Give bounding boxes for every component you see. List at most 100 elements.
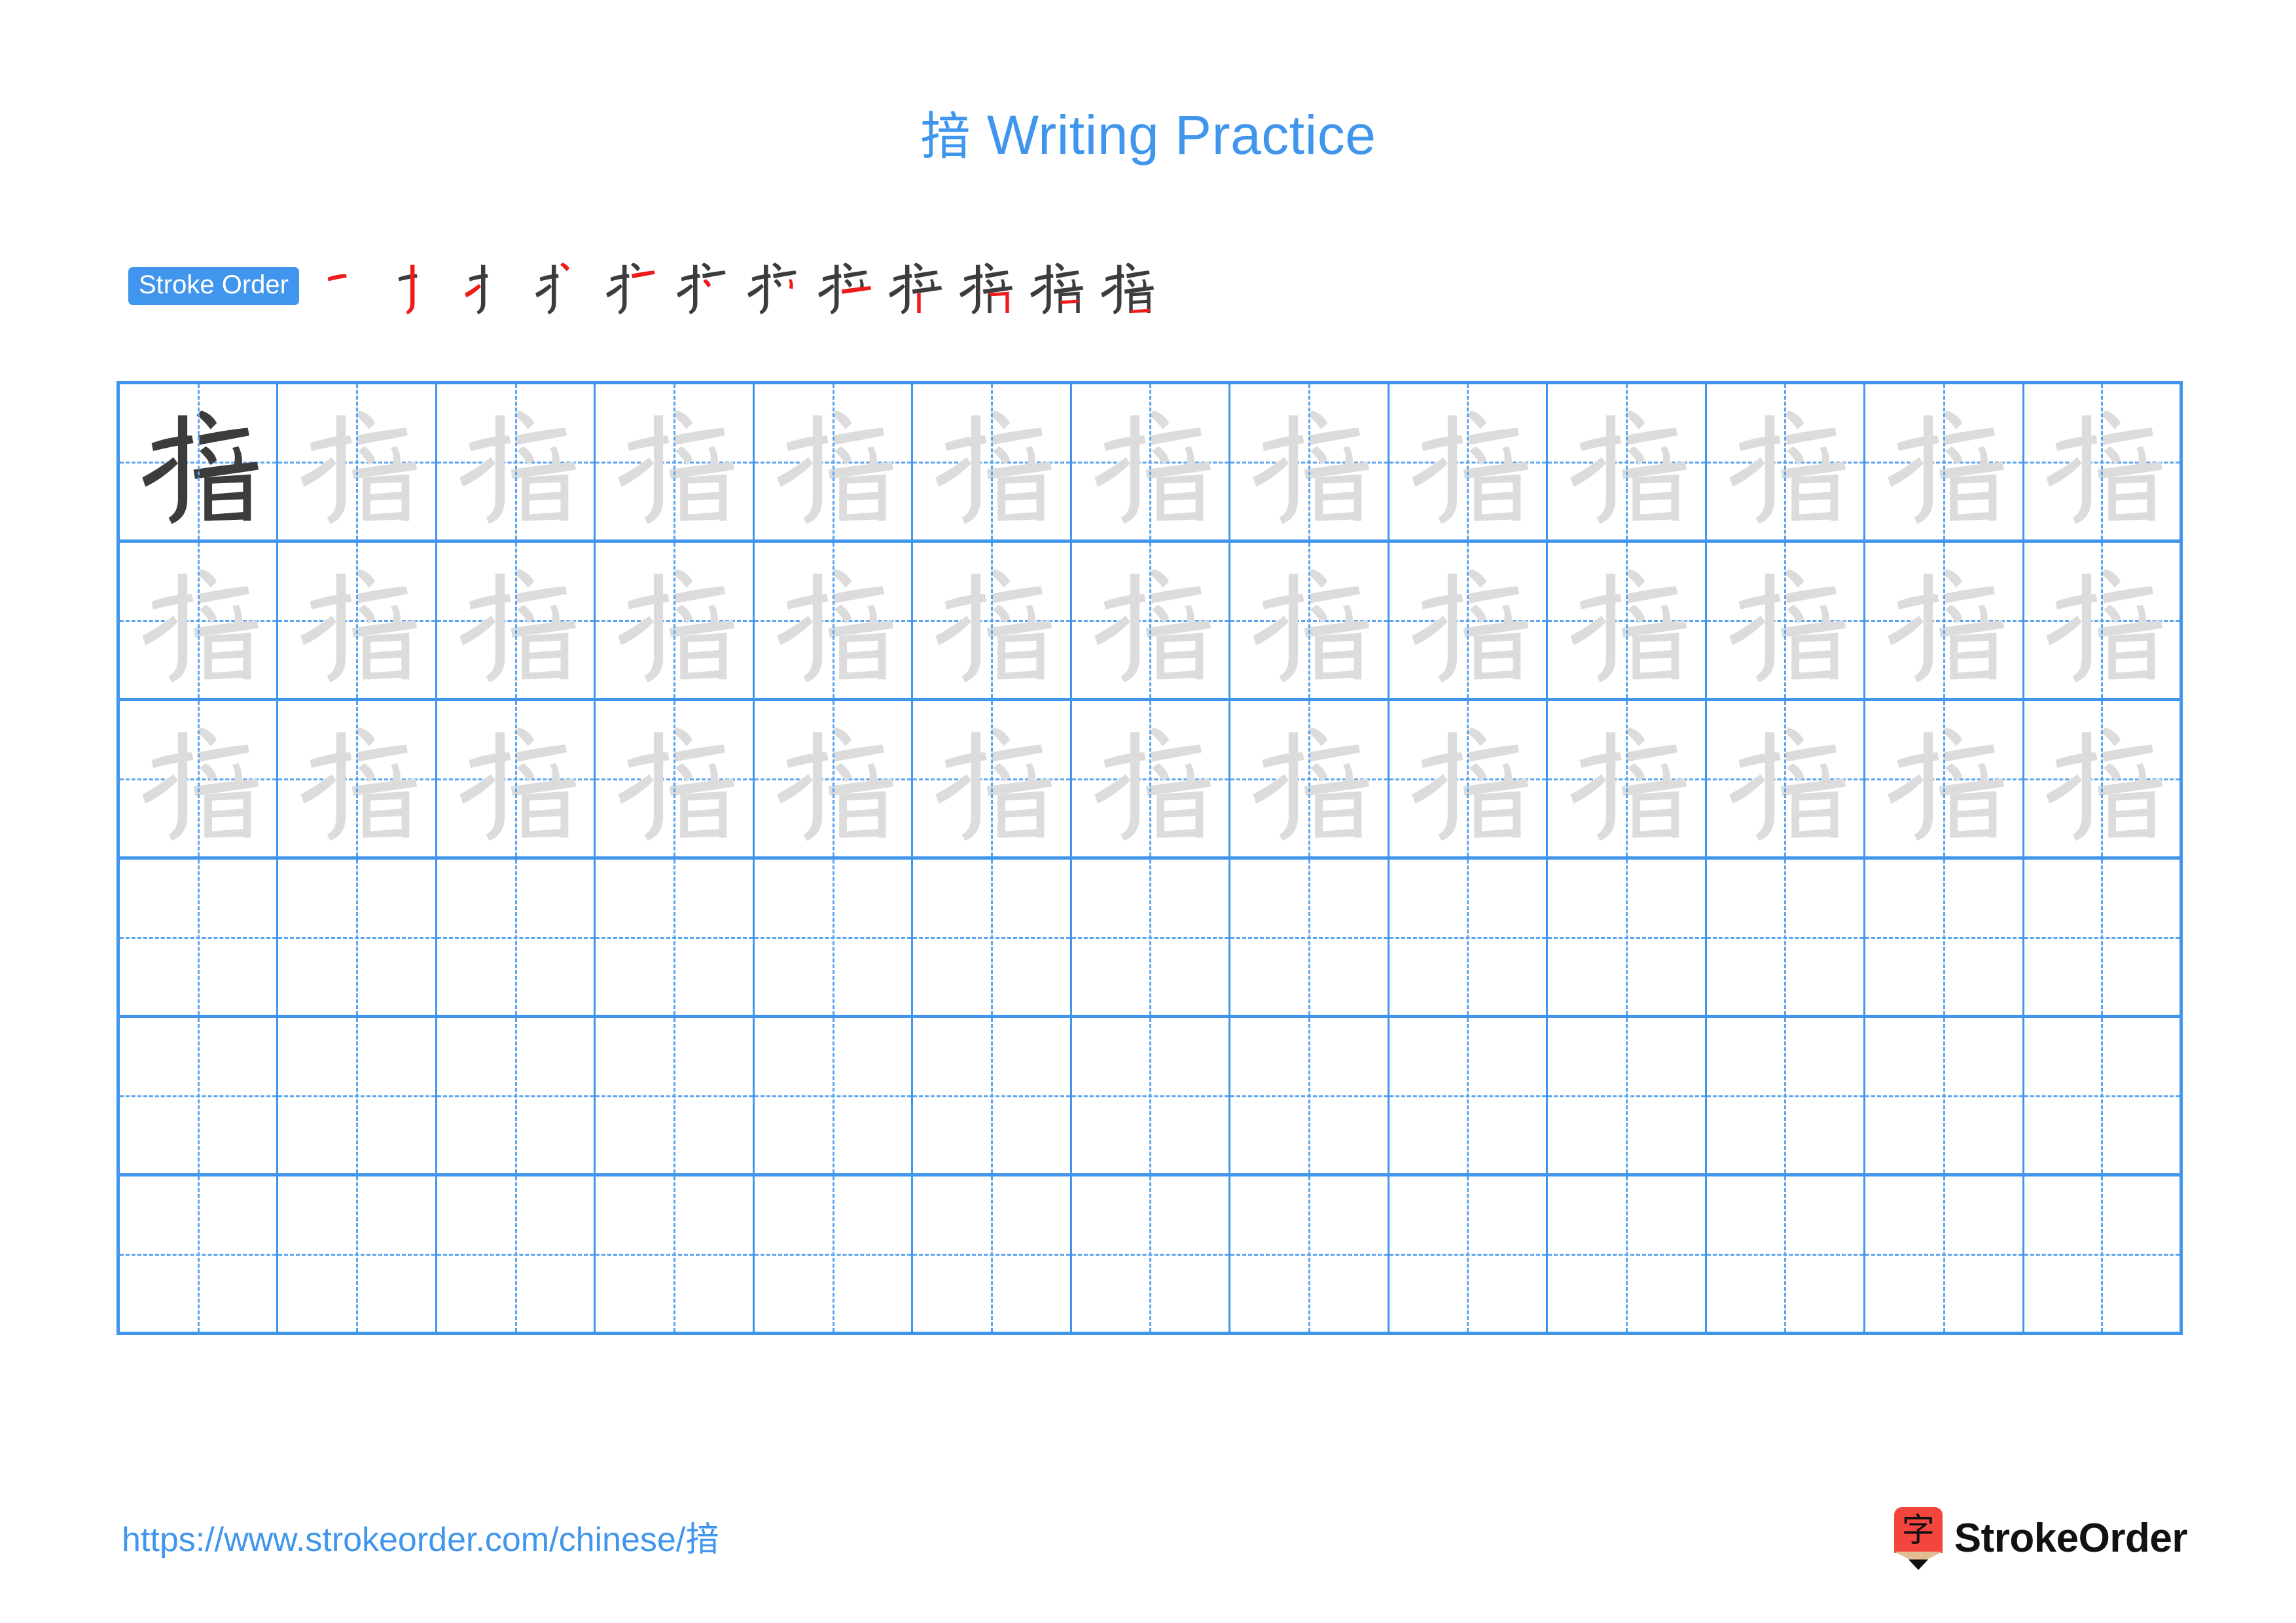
- grid-cell-r6-c2[interactable]: [278, 1176, 437, 1335]
- grid-cell-r2-c11[interactable]: [1706, 543, 1866, 701]
- grid-cell-r2-c1[interactable]: [120, 543, 279, 701]
- page-title: 揞 Writing Practice: [0, 105, 2296, 166]
- grid-cell-r1-c2[interactable]: [278, 384, 437, 543]
- trace-character: [1230, 543, 1387, 698]
- grid-cell-r6-c13[interactable]: [2024, 1176, 2183, 1335]
- footer-url-character: 揞: [685, 1520, 720, 1559]
- model-character: [120, 384, 276, 539]
- trace-character: [1865, 543, 2022, 698]
- grid-cell-r1-c12[interactable]: [1865, 384, 2024, 543]
- trace-character: [120, 543, 276, 698]
- stroke-step-5: [596, 251, 667, 321]
- grid-cell-r2-c9[interactable]: [1389, 543, 1549, 701]
- grid-cell-r6-c3[interactable]: [437, 1176, 596, 1335]
- grid-cell-r4-c11[interactable]: [1706, 860, 1866, 1018]
- grid-cell-r2-c12[interactable]: [1865, 543, 2024, 701]
- stroke-step-9: [879, 251, 950, 321]
- grid-cell-r1-c5[interactable]: [754, 384, 914, 543]
- strokeorder-pencil-logo-icon: 字: [1893, 1507, 1943, 1570]
- grid-cell-r2-c7[interactable]: [1071, 543, 1231, 701]
- footer-url[interactable]: https://www.strokeorder.com/chinese/揞: [122, 1523, 719, 1557]
- grid-cell-r3-c12[interactable]: [1865, 701, 2024, 860]
- grid-cell-r1-c7[interactable]: [1071, 384, 1231, 543]
- grid-cell-r4-c10[interactable]: [1548, 860, 1707, 1018]
- trace-character: [2024, 701, 2179, 856]
- grid-cell-r2-c2[interactable]: [278, 543, 437, 701]
- grid-cell-r5-c6[interactable]: [913, 1018, 1072, 1176]
- grid-cell-r6-c6[interactable]: [913, 1176, 1072, 1335]
- grid-cell-r3-c7[interactable]: [1071, 701, 1231, 860]
- grid-cell-r3-c11[interactable]: [1706, 701, 1866, 860]
- grid-cell-r4-c1[interactable]: [120, 860, 279, 1018]
- grid-cell-r1-c11[interactable]: [1706, 384, 1866, 543]
- grid-cell-r2-c13[interactable]: [2024, 543, 2183, 701]
- grid-cell-r6-c9[interactable]: [1389, 1176, 1549, 1335]
- stroke-order-list: [314, 251, 1162, 321]
- trace-character: [437, 543, 594, 698]
- trace-character: [1072, 384, 1229, 539]
- grid-cell-r5-c3[interactable]: [437, 1018, 596, 1176]
- grid-cell-r1-c3[interactable]: [437, 384, 596, 543]
- grid-cell-r4-c7[interactable]: [1071, 860, 1231, 1018]
- trace-character: [437, 701, 594, 856]
- grid-cell-r5-c10[interactable]: [1548, 1018, 1707, 1176]
- grid-cell-r4-c4[interactable]: [596, 860, 755, 1018]
- grid-cell-r5-c8[interactable]: [1230, 1018, 1390, 1176]
- grid-cell-r1-c9[interactable]: [1389, 384, 1549, 543]
- grid-cell-r2-c10[interactable]: [1548, 543, 1707, 701]
- grid-cell-r6-c5[interactable]: [754, 1176, 914, 1335]
- grid-cell-r3-c3[interactable]: [437, 701, 596, 860]
- grid-cell-r4-c6[interactable]: [913, 860, 1072, 1018]
- grid-cell-r1-c13[interactable]: [2024, 384, 2183, 543]
- grid-cell-r4-c9[interactable]: [1389, 860, 1549, 1018]
- grid-cell-r6-c10[interactable]: [1548, 1176, 1707, 1335]
- grid-cell-r5-c13[interactable]: [2024, 1018, 2183, 1176]
- grid-cell-r4-c8[interactable]: [1230, 860, 1390, 1018]
- grid-cell-r3-c6[interactable]: [913, 701, 1072, 860]
- grid-cell-r3-c5[interactable]: [754, 701, 914, 860]
- grid-cell-r3-c13[interactable]: [2024, 701, 2183, 860]
- grid-cell-r4-c2[interactable]: [278, 860, 437, 1018]
- grid-cell-r6-c8[interactable]: [1230, 1176, 1390, 1335]
- grid-cell-r4-c5[interactable]: [754, 860, 914, 1018]
- grid-cell-r3-c4[interactable]: [596, 701, 755, 860]
- grid-cell-r5-c4[interactable]: [596, 1018, 755, 1176]
- grid-cell-r4-c12[interactable]: [1865, 860, 2024, 1018]
- grid-cell-r6-c7[interactable]: [1071, 1176, 1231, 1335]
- grid-cell-r5-c1[interactable]: [120, 1018, 279, 1176]
- grid-cell-r6-c12[interactable]: [1865, 1176, 2024, 1335]
- grid-cell-r2-c4[interactable]: [596, 543, 755, 701]
- grid-cell-r3-c2[interactable]: [278, 701, 437, 860]
- trace-character: [1230, 384, 1387, 539]
- stroke-step-8: [808, 251, 879, 321]
- grid-cell-r1-c10[interactable]: [1548, 384, 1707, 543]
- stroke-step-6: [667, 251, 738, 321]
- grid-cell-r2-c3[interactable]: [437, 543, 596, 701]
- grid-cell-r3-c10[interactable]: [1548, 701, 1707, 860]
- grid-cell-r5-c5[interactable]: [754, 1018, 914, 1176]
- grid-cell-r5-c2[interactable]: [278, 1018, 437, 1176]
- grid-cell-r1-c8[interactable]: [1230, 384, 1390, 543]
- grid-cell-r2-c8[interactable]: [1230, 543, 1390, 701]
- grid-cell-r6-c1[interactable]: [120, 1176, 279, 1335]
- grid-cell-r3-c1[interactable]: [120, 701, 279, 860]
- grid-cell-r2-c5[interactable]: [754, 543, 914, 701]
- trace-character: [120, 701, 276, 856]
- grid-cell-r1-c6[interactable]: [913, 384, 1072, 543]
- grid-cell-r5-c7[interactable]: [1071, 1018, 1231, 1176]
- grid-cell-r6-c11[interactable]: [1706, 1176, 1866, 1335]
- grid-cell-r4-c13[interactable]: [2024, 860, 2183, 1018]
- pencil-tip-shape: [1908, 1559, 1928, 1570]
- grid-cell-r3-c9[interactable]: [1389, 701, 1549, 860]
- grid-cell-r5-c12[interactable]: [1865, 1018, 2024, 1176]
- grid-cell-r5-c11[interactable]: [1706, 1018, 1866, 1176]
- grid-cell-r1-c1[interactable]: [120, 384, 279, 543]
- grid-cell-r5-c9[interactable]: [1389, 1018, 1549, 1176]
- grid-cell-r6-c4[interactable]: [596, 1176, 755, 1335]
- grid-cell-r4-c3[interactable]: [437, 860, 596, 1018]
- grid-cell-r2-c6[interactable]: [913, 543, 1072, 701]
- footer-logo[interactable]: 字 StrokeOrder: [1893, 1507, 2188, 1570]
- grid-cell-r1-c4[interactable]: [596, 384, 755, 543]
- stroke-step-2: [384, 251, 455, 321]
- grid-cell-r3-c8[interactable]: [1230, 701, 1390, 860]
